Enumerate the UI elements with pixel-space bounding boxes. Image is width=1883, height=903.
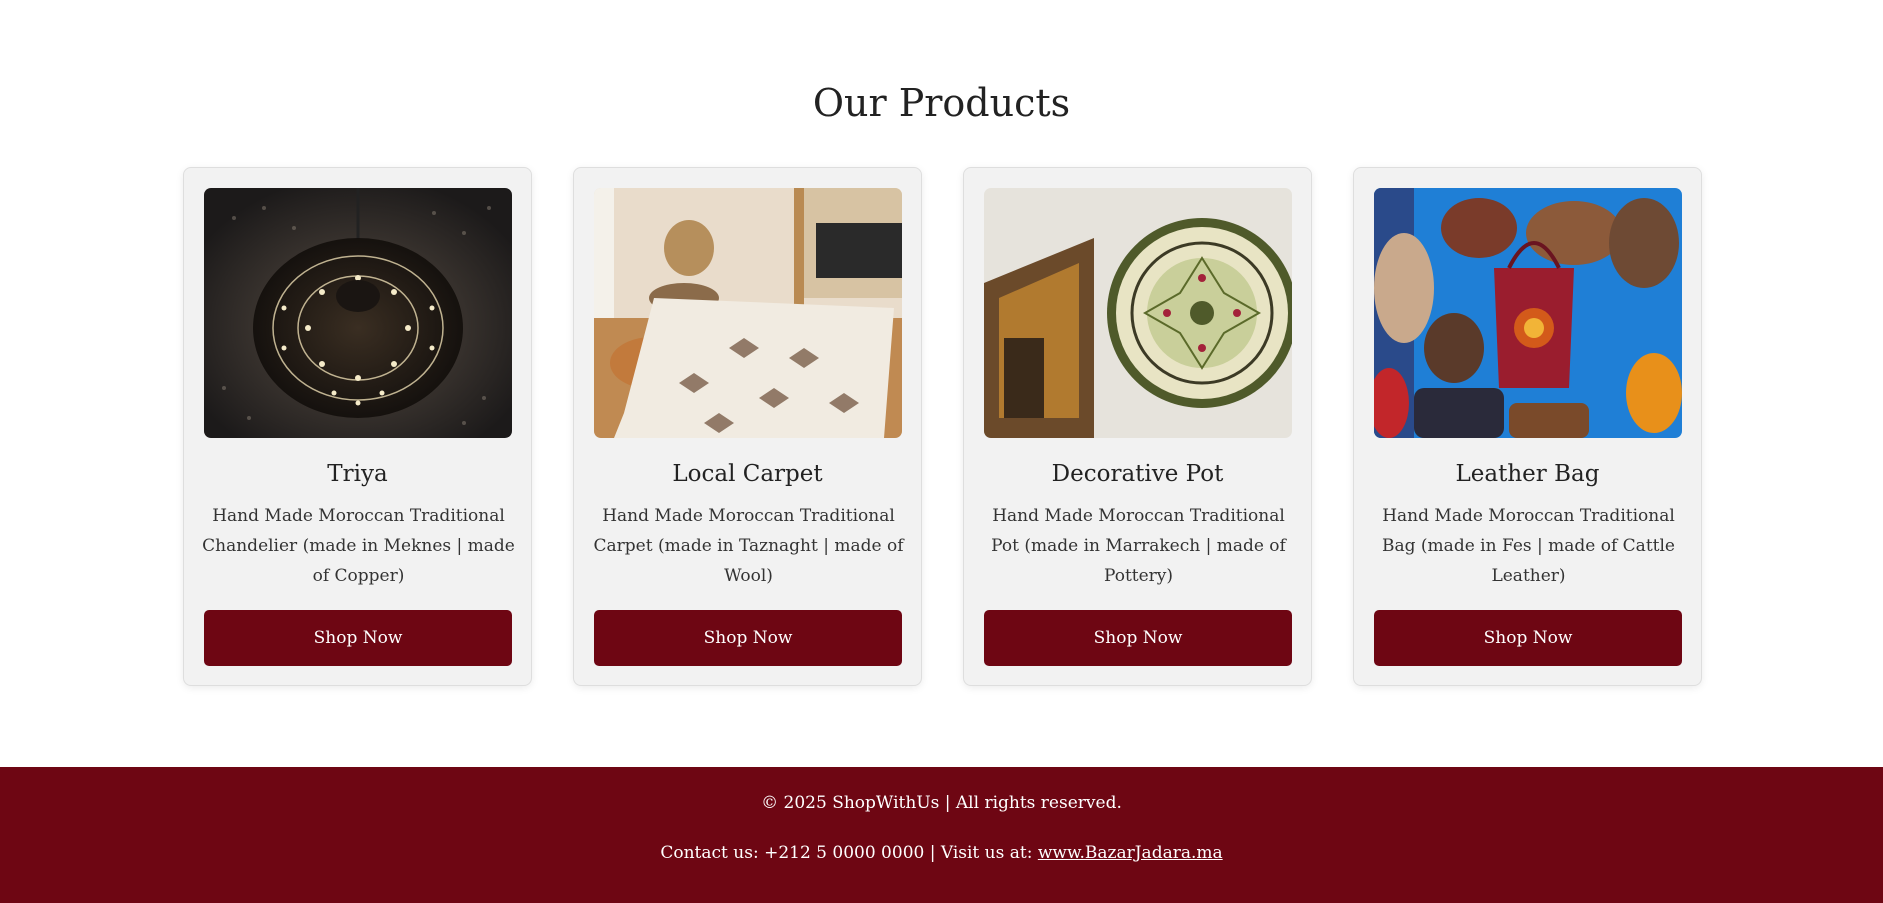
shop-now-button[interactable]: Shop Now	[984, 610, 1292, 666]
footer: © 2025 ShopWithUs | All rights reserved.…	[0, 767, 1883, 903]
product-card-local-carpet: Local Carpet Hand Made Moroccan Traditio…	[573, 167, 922, 686]
product-image[interactable]	[1374, 188, 1682, 438]
shop-now-button[interactable]: Shop Now	[204, 610, 512, 666]
website-link[interactable]: www.BazarJadara.ma	[1038, 843, 1223, 863]
footer-contact-text: Contact us: +212 5 0000 0000 | Visit us …	[660, 843, 1038, 863]
carpet-image	[594, 188, 902, 438]
product-image[interactable]	[984, 188, 1292, 438]
shop-now-button[interactable]: Shop Now	[1374, 610, 1682, 666]
product-description: Hand Made Moroccan Traditional Bag (made…	[1382, 506, 1675, 586]
product-image[interactable]	[594, 188, 902, 438]
product-title: Leather Bag	[1455, 461, 1600, 487]
product-title: Triya	[327, 461, 388, 487]
leather-bag-image	[1374, 188, 1682, 438]
product-image[interactable]	[204, 188, 512, 438]
product-description: Hand Made Moroccan Traditional Chandelie…	[202, 506, 515, 586]
section-title: Our Products	[812, 81, 1071, 125]
footer-contact: Contact us: +212 5 0000 0000 | Visit us …	[0, 841, 1883, 865]
product-card-leather-bag: Leather Bag Hand Made Moroccan Tradition…	[1353, 167, 1702, 686]
product-description: Hand Made Moroccan Traditional Carpet (m…	[593, 506, 904, 586]
products-section: Our Products Triya Hand Made Moroccan Tr…	[0, 0, 1883, 767]
product-card-decorative-pot: Decorative Pot Hand Made Moroccan Tradit…	[963, 167, 1312, 686]
shop-now-button[interactable]: Shop Now	[594, 610, 902, 666]
product-description: Hand Made Moroccan Traditional Pot (made…	[991, 506, 1286, 586]
product-title: Decorative Pot	[1051, 461, 1224, 487]
product-title: Local Carpet	[672, 461, 823, 487]
product-card-triya: Triya Hand Made Moroccan Traditional Cha…	[183, 167, 532, 686]
pot-image	[984, 188, 1292, 438]
chandelier-image	[204, 188, 512, 438]
footer-copyright: © 2025 ShopWithUs | All rights reserved.	[761, 793, 1122, 813]
